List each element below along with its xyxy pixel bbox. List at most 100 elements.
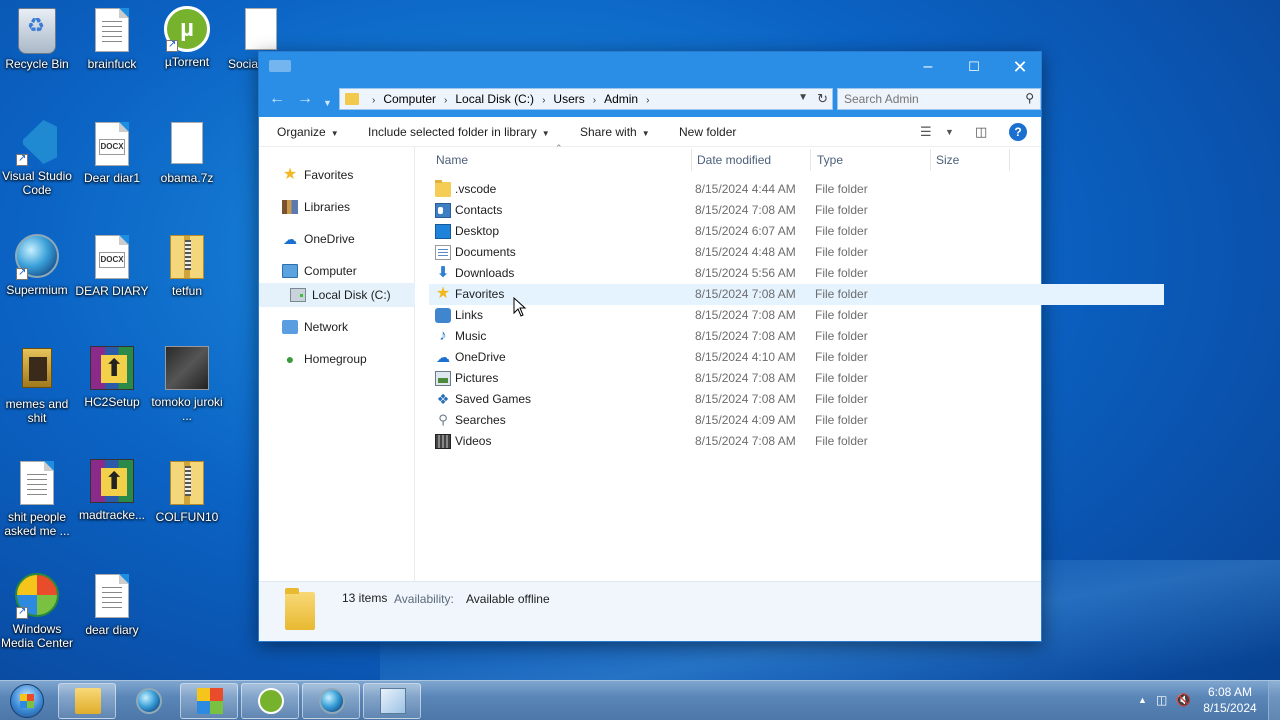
desktop-icon-tomoko[interactable]: tomoko juroki ... [150, 346, 224, 423]
file-row[interactable]: ❖ Saved Games 8/15/2024 7:08 AM File folder [429, 389, 1164, 410]
maximize-button[interactable]: ☐ [951, 52, 997, 82]
change-view-icon[interactable]: ☰ [920, 124, 932, 140]
availability-label: Availability: [394, 592, 454, 606]
breadcrumb: › Computer › Local Disk (C:) › Users › Admin › [364, 89, 657, 109]
file-type: File folder [815, 413, 868, 427]
nav-onedrive[interactable]: ☁ OneDrive [259, 227, 415, 251]
start-button[interactable] [4, 682, 50, 720]
taskbar-supermium-2[interactable] [302, 683, 360, 719]
file-date-modified: 8/15/2024 7:08 AM [695, 308, 796, 322]
breadcrumb-users[interactable]: Users [553, 89, 584, 109]
nav-favorites[interactable]: ★ Favorites [259, 163, 415, 187]
nav-local-disk[interactable]: Local Disk (C:) [259, 283, 415, 307]
file-row[interactable]: ⚲ Searches 8/15/2024 4:09 AM File folder [429, 410, 1164, 431]
desktop-icon-shit-people[interactable]: shit people asked me ... [0, 461, 74, 538]
preview-pane-icon[interactable]: ◫ [975, 124, 987, 140]
nav-computer[interactable]: Computer [259, 259, 415, 283]
minimize-button[interactable]: – [905, 52, 951, 82]
column-divider[interactable] [1009, 149, 1010, 171]
file-type: File folder [815, 266, 868, 280]
file-row[interactable]: ♪ Music 8/15/2024 7:08 AM File folder [429, 326, 1164, 347]
zip-folder-icon [164, 461, 210, 507]
desktop-icon-hc2setup[interactable]: HC2Setup [75, 346, 149, 409]
chevron-down-icon[interactable]: ▼ [798, 92, 808, 103]
file-date-modified: 8/15/2024 7:08 AM [695, 287, 796, 301]
column-header-type[interactable]: Type [817, 147, 931, 173]
desktop-icon-wmc[interactable]: Windows Media Center [0, 573, 74, 650]
search-box[interactable]: ⚲ [837, 88, 1041, 110]
help-icon[interactable]: ? [1009, 123, 1027, 141]
desktop-icon-recycle-bin[interactable]: Recycle Bin [0, 8, 74, 71]
taskbar-windows[interactable] [180, 683, 238, 719]
volume-muted-icon[interactable]: 🔇 [1176, 693, 1191, 707]
desktop-icon-madtracker[interactable]: madtracke... [75, 459, 149, 522]
clock[interactable]: 6:08 AM 8/15/2024 [1200, 684, 1260, 716]
nav-homegroup[interactable]: ● Homegroup [259, 347, 415, 371]
desktop-icon-obama-7z[interactable]: obama.7z [150, 122, 224, 185]
desktop-icon-dear-diary[interactable]: dear diary [75, 574, 149, 637]
back-icon[interactable]: ← [269, 90, 285, 108]
column-divider[interactable] [810, 149, 811, 171]
close-button[interactable]: ✕ [997, 52, 1043, 82]
column-label: Type [817, 153, 844, 167]
nav-network[interactable]: Network [259, 315, 415, 339]
breadcrumb-admin[interactable]: Admin [604, 89, 638, 109]
include-in-library-button[interactable]: Include selected folder in library ▼ [368, 125, 550, 139]
file-row[interactable]: Contacts 8/15/2024 7:08 AM File folder [429, 200, 1164, 221]
desktop-icon-memes[interactable]: memes and shit [0, 348, 74, 425]
column-divider[interactable] [691, 149, 692, 171]
address-box[interactable]: › Computer › Local Disk (C:) › Users › Admin › ▼… [339, 88, 833, 110]
file-row[interactable]: Documents 8/15/2024 4:48 AM File folder [429, 242, 1164, 263]
nav-label: Homegroup [304, 352, 367, 366]
image-folder-icon [14, 348, 60, 394]
file-type: File folder [815, 245, 868, 259]
column-divider[interactable] [930, 149, 931, 171]
search-icon[interactable]: ⚲ [1025, 91, 1034, 105]
column-header-size[interactable]: Size [936, 147, 1010, 173]
desktop-icon-dear-diary-docx[interactable]: DOCX DEAR DIARY [75, 235, 149, 298]
nav-label: Favorites [304, 168, 354, 182]
chevron-down-icon[interactable]: ▼ [945, 127, 954, 137]
file-date-modified: 8/15/2024 7:08 AM [695, 392, 796, 406]
show-hidden-icons-icon[interactable]: ▲ [1138, 695, 1147, 705]
nav-libraries[interactable]: Libraries [259, 195, 415, 219]
show-desktop-button[interactable] [1268, 681, 1280, 720]
recent-locations-icon[interactable]: ▼ [323, 94, 332, 112]
taskbar-utorrent[interactable] [241, 683, 299, 719]
file-row[interactable]: ⬇ Downloads 8/15/2024 5:56 AM File folder [429, 263, 1164, 284]
desktop-icon-colfun10[interactable]: COLFUN10 [150, 461, 224, 524]
file-type: File folder [815, 350, 868, 364]
desktop-icon-utorrent[interactable]: µ µTorrent [150, 6, 224, 69]
desktop-icon-dear-diar1[interactable]: DOCX Dear diar1 [75, 122, 149, 185]
title-bar[interactable]: – ☐ ✕ [259, 52, 1041, 82]
forward-icon[interactable]: → [297, 90, 313, 108]
column-header-name[interactable]: Name [436, 147, 691, 173]
breadcrumb-computer[interactable]: Computer [383, 89, 436, 109]
desktop-icon-supermium[interactable]: Supermium [0, 234, 74, 297]
windows-media-center-icon [14, 573, 60, 619]
file-row[interactable]: ★ Favorites 8/15/2024 7:08 AM File folder [429, 284, 1164, 305]
new-folder-button[interactable]: New folder [679, 125, 736, 139]
desktop-icon-brainfuck[interactable]: brainfuck [75, 8, 149, 71]
taskbar-explorer[interactable] [58, 683, 116, 719]
file-row[interactable]: Desktop 8/15/2024 6:07 AM File folder [429, 221, 1164, 242]
search-input[interactable] [838, 89, 1008, 109]
file-row[interactable]: Pictures 8/15/2024 7:08 AM File folder [429, 368, 1164, 389]
share-with-button[interactable]: Share with ▼ [580, 125, 650, 139]
column-header-date[interactable]: Date modified [697, 147, 811, 173]
refresh-icon[interactable]: ↻ [817, 91, 828, 107]
file-row[interactable]: Videos 8/15/2024 7:08 AM File folder [429, 431, 1164, 452]
breadcrumb-local-disk[interactable]: Local Disk (C:) [455, 89, 534, 109]
taskbar-supermium[interactable] [119, 683, 177, 719]
file-row[interactable]: ☁ OneDrive 8/15/2024 4:10 AM File folder [429, 347, 1164, 368]
supermium-icon [14, 234, 60, 280]
links-icon [435, 308, 451, 323]
file-row[interactable]: Links 8/15/2024 7:08 AM File folder [429, 305, 1164, 326]
taskbar-notepad[interactable] [363, 683, 421, 719]
desktop-icon-tetfun[interactable]: tetfun [150, 235, 224, 298]
drive-icon [290, 287, 306, 302]
network-icon[interactable]: ◫ [1156, 693, 1167, 707]
organize-button[interactable]: Organize ▼ [277, 125, 339, 139]
file-row[interactable]: .vscode 8/15/2024 4:44 AM File folder [429, 179, 1164, 200]
desktop-icon-vscode[interactable]: Visual Studio Code [0, 120, 74, 197]
